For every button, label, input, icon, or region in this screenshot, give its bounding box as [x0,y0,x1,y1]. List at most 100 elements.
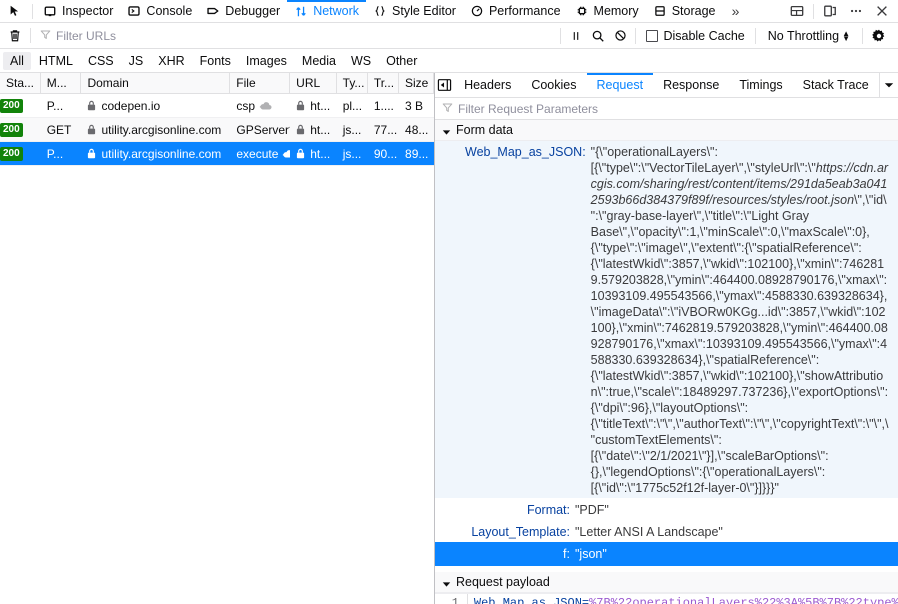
tab-inspector[interactable]: Inspector [36,0,120,22]
form-data-key: Layout_Template: [471,525,570,539]
network-icon [294,4,308,18]
upload-cloud-icon [259,101,273,111]
dock-side-icon[interactable] [817,0,843,22]
type-filter-html[interactable]: HTML [32,52,80,70]
chevron-down-icon[interactable] [878,73,898,97]
network-toolbar: Filter URLs Disable Cache No Throttling … [0,23,898,49]
table-row[interactable]: 200 GET utility.arcgisonline.com GPServe… [0,118,434,142]
form-data-entry-web-map-as-json[interactable]: Web_Map_as_JSON: "{\"operationalLayers\"… [435,141,898,498]
request-payload-section-label: Request payload [456,575,550,589]
search-icon[interactable] [587,25,609,47]
column-header-type[interactable]: Ty... [337,73,368,93]
form-data-entry-layout-template[interactable]: Layout_Template: "Letter ANSI A Landscap… [435,520,898,542]
code-content[interactable]: Web_Map_as_JSON=%7B%22operationalLayers%… [466,594,898,604]
tab-response[interactable]: Response [653,73,729,97]
request-payload-editor: 1 Web_Map_as_JSON=%7B%22operationalLayer… [435,593,898,604]
tab-performance[interactable]: Performance [463,0,568,22]
block-icon[interactable] [609,25,631,47]
form-data-entry-f-selected[interactable]: f: "json" [435,542,898,566]
tab-timings[interactable]: Timings [729,73,792,97]
filter-request-parameters-input[interactable]: Filter Request Parameters [435,98,898,120]
type-filter-fonts[interactable]: Fonts [193,52,238,70]
type-filter-ws[interactable]: WS [344,52,378,70]
tab-style-editor[interactable]: Style Editor [366,0,463,22]
lock-icon-url [296,148,306,160]
gear-icon[interactable] [867,25,891,47]
cell-status: 200 [0,122,41,137]
cell-file-label: GPServer?f= [236,122,290,137]
cell-url: ht... [290,99,336,113]
trash-icon[interactable] [3,25,27,47]
cell-transferred: 1.... [373,98,394,113]
request-payload-section-header[interactable]: Request payload [435,572,898,593]
tab-inspector-label: Inspector [62,4,114,18]
column-header-domain[interactable]: Domain [81,73,231,93]
form-data-entry-format[interactable]: Format: "PDF" [435,498,898,520]
column-header-transferred[interactable]: Tr... [368,73,399,93]
close-icon[interactable] [869,0,895,22]
tab-memory[interactable]: Memory [568,0,646,22]
filter-request-parameters-placeholder: Filter Request Parameters [458,101,599,116]
tab-headers[interactable]: Headers [454,73,521,97]
column-header-status[interactable]: Sta... [0,73,41,93]
type-filter-xhr[interactable]: XHR [151,52,191,70]
json-seg-3: \",\"id\":\"gray-base-layer\",\"title\":… [590,193,889,495]
tab-memory-label: Memory [593,4,639,18]
element-picker-icon[interactable] [2,0,28,22]
net-divider-3 [754,27,756,44]
column-header-file[interactable]: File [230,73,291,93]
cell-domain-label: utility.arcgisonline.com [101,146,222,161]
throttling-select[interactable]: No Throttling ▲ ▼ [760,29,858,43]
disable-cache-checkbox[interactable]: Disable Cache [640,29,750,43]
tab-debugger[interactable]: Debugger [199,0,287,22]
more-options-icon[interactable] [843,0,869,22]
toolbox-overflow-button[interactable]: » [722,0,748,22]
type-filter-all[interactable]: All [3,51,31,70]
type-filter-js[interactable]: JS [122,52,151,70]
cell-domain: utility.arcgisonline.com [81,123,230,137]
tab-request[interactable]: Request [587,73,654,97]
cell-size: 3 B [405,98,424,113]
details-back-icon[interactable] [435,78,454,92]
filter-urls-input[interactable]: Filter URLs [34,26,556,46]
column-header-method[interactable]: M... [41,73,82,93]
toolbar-divider-2 [813,3,814,19]
table-row[interactable]: 200 P... codepen.io csp ht... pl... 1...… [0,94,434,118]
cell-method: P... [46,98,64,113]
request-table-body: 200 P... codepen.io csp ht... pl... 1...… [0,94,434,604]
inspector-icon [43,4,57,18]
type-filter-media[interactable]: Media [295,52,343,70]
table-row-selected[interactable]: 200 P... utility.arcgisonline.com execut… [0,142,434,166]
type-filter-other[interactable]: Other [379,52,424,70]
cell-url: ht... [290,147,336,161]
form-data-section-header[interactable]: Form data [435,120,898,141]
memory-icon [575,4,589,18]
tab-stack-trace[interactable]: Stack Trace [793,73,879,97]
type-filter-images[interactable]: Images [239,52,294,70]
column-header-url[interactable]: URL [290,73,337,93]
chevron-updown-icon: ▲ ▼ [842,28,850,43]
disable-cache-label: Disable Cache [663,28,745,43]
net-divider-2 [635,27,637,44]
code-param-name: Web_Map_as_JSON= [473,596,590,604]
cell-size: 48... [405,122,429,137]
toolbox-tabbar: Inspector Console Debugger Network Style [0,0,898,23]
network-split: Sta... M... Domain File URL Ty... Tr... … [0,73,898,604]
tab-network[interactable]: Network [287,0,366,22]
column-header-size[interactable]: Size [399,73,434,93]
tab-storage-label: Storage [671,4,716,18]
cell-type: pl... [342,98,363,113]
lock-icon [87,100,97,112]
cell-url-label: ht... [310,98,331,113]
tab-storage[interactable]: Storage [646,0,723,22]
dock-bottom-icon[interactable] [784,0,810,22]
line-number: 1 [435,594,467,604]
type-filter-css[interactable]: CSS [81,52,121,70]
filter-urls-placeholder: Filter URLs [56,28,117,43]
tab-cookies[interactable]: Cookies [521,73,586,97]
style-editor-icon [373,4,387,18]
tab-network-label: Network [313,4,360,18]
pause-icon[interactable] [565,25,587,47]
tab-console[interactable]: Console [120,0,199,22]
cell-file-label: execute [236,146,279,161]
